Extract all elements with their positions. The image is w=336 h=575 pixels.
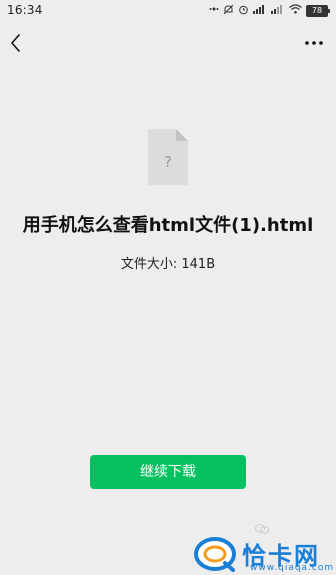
status-time: 16:34 [7, 3, 43, 17]
signal-icon [253, 4, 267, 18]
battery-icon: 78 [306, 5, 330, 17]
signal-icon [271, 4, 285, 18]
wechat-icon [255, 519, 269, 534]
notification-icon [209, 4, 219, 18]
status-icons: 78 [209, 4, 330, 19]
file-icon-glyph: ? [164, 153, 172, 171]
alarm-icon [238, 4, 249, 19]
chevron-left-icon [11, 34, 20, 52]
unknown-file-icon: ? [148, 129, 188, 185]
back-button[interactable] [4, 30, 28, 56]
more-options-button[interactable] [302, 34, 326, 52]
watermark-url: www.qiaqa.com [250, 563, 335, 573]
file-preview-screen: 16:34 78 ? 用手机怎么查看html文件(1).html 文件大小: 1… [0, 0, 336, 575]
continue-download-button[interactable]: 继续下载 [90, 455, 246, 489]
more-horizontal-icon [305, 41, 323, 45]
mute-icon [223, 4, 234, 19]
status-bar: 16:34 78 [0, 0, 336, 22]
wifi-icon [289, 4, 302, 18]
file-size: 文件大小: 141B [120, 257, 216, 272]
site-watermark: 恰卡网 www.qiaqa.com [193, 533, 336, 575]
file-name: 用手机怎么查看html文件(1).html [22, 215, 314, 236]
watermark-logo-icon [194, 537, 236, 572]
